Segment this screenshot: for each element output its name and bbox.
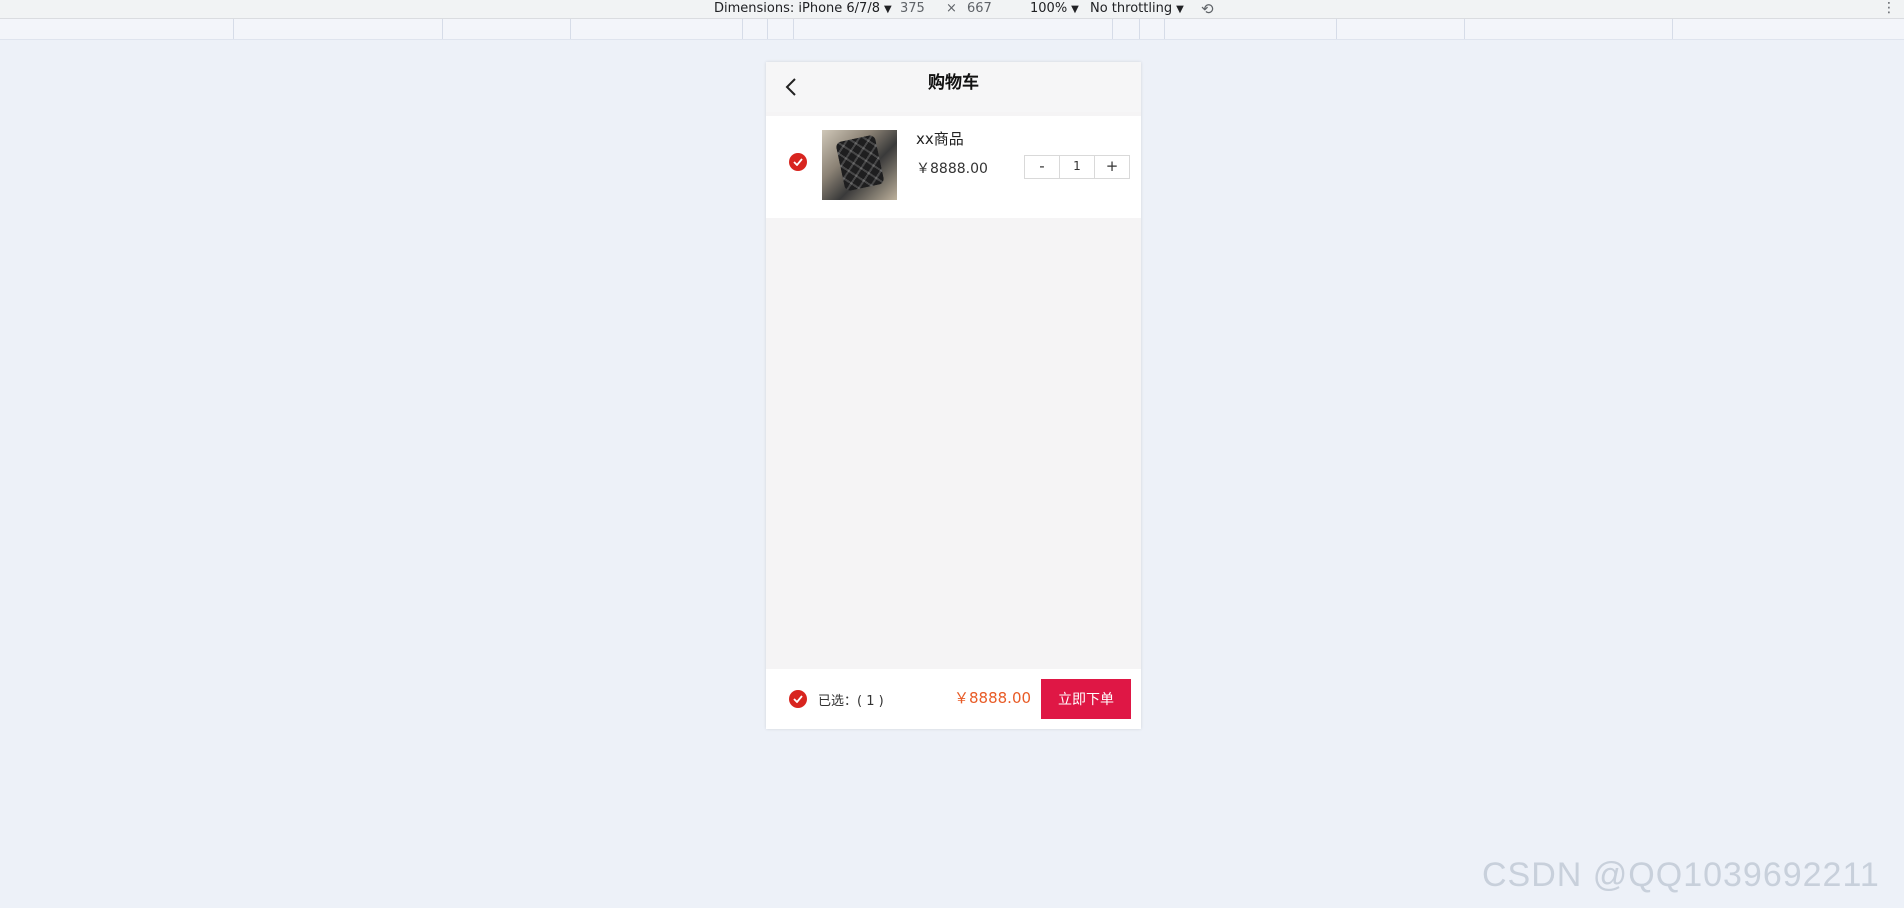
increase-button[interactable]: + [1095, 156, 1129, 178]
rotate-icon[interactable]: ⟲ [1201, 0, 1214, 18]
times-sign: × [946, 1, 957, 16]
check-icon [793, 158, 803, 166]
mobile-viewport: 购物车 xx商品 ￥8888.00 - 1 + 已选：( 1) ￥8888.0… [766, 62, 1141, 729]
quantity-stepper: - 1 + [1024, 155, 1130, 179]
caret-down-icon: ▼ [1176, 4, 1184, 15]
throttling-dropdown[interactable]: No throttling ▼ [1090, 1, 1184, 16]
checkout-bar: 已选：( 1 ) ￥8888.00 立即下单 [766, 669, 1141, 729]
more-options-icon[interactable]: ⋮ [1882, 0, 1896, 16]
decrease-button[interactable]: - [1025, 156, 1059, 178]
page-title: 购物车 [928, 73, 979, 93]
caret-down-icon: ▼ [1071, 4, 1079, 15]
chevron-left-icon [785, 78, 796, 96]
cart-item: xx商品 ￥8888.00 - 1 + [766, 116, 1141, 218]
device-dropdown[interactable]: Dimensions: iPhone 6/7/8 ▼ [714, 1, 892, 16]
item-checkbox[interactable] [789, 153, 807, 171]
total-price: ￥8888.00 [954, 689, 1032, 707]
zoom-dropdown[interactable]: 100% ▼ [1030, 1, 1079, 16]
caret-down-icon: ▼ [883, 4, 892, 15]
back-button[interactable] [776, 72, 806, 102]
watermark: CSDN @QQ1039692211 [1482, 856, 1880, 894]
item-name: xx商品 [916, 130, 964, 148]
width-input[interactable]: 375 [900, 1, 925, 16]
product-image[interactable] [822, 130, 897, 200]
place-order-button[interactable]: 立即下单 [1041, 679, 1131, 719]
devtools-toolbar: Dimensions: iPhone 6/7/8 ▼ 375 × 667 100%… [0, 0, 1904, 19]
bag-image [835, 134, 885, 192]
check-icon [793, 695, 803, 703]
media-query-ruler [0, 19, 1904, 40]
item-price: ￥8888.00 [916, 161, 988, 177]
quantity-input[interactable]: 1 [1059, 156, 1095, 178]
navbar: 购物车 [766, 62, 1141, 112]
select-all-checkbox[interactable] [789, 690, 807, 708]
selected-count: 已选：( 1 ) [818, 694, 884, 709]
height-input[interactable]: 667 [967, 1, 992, 16]
